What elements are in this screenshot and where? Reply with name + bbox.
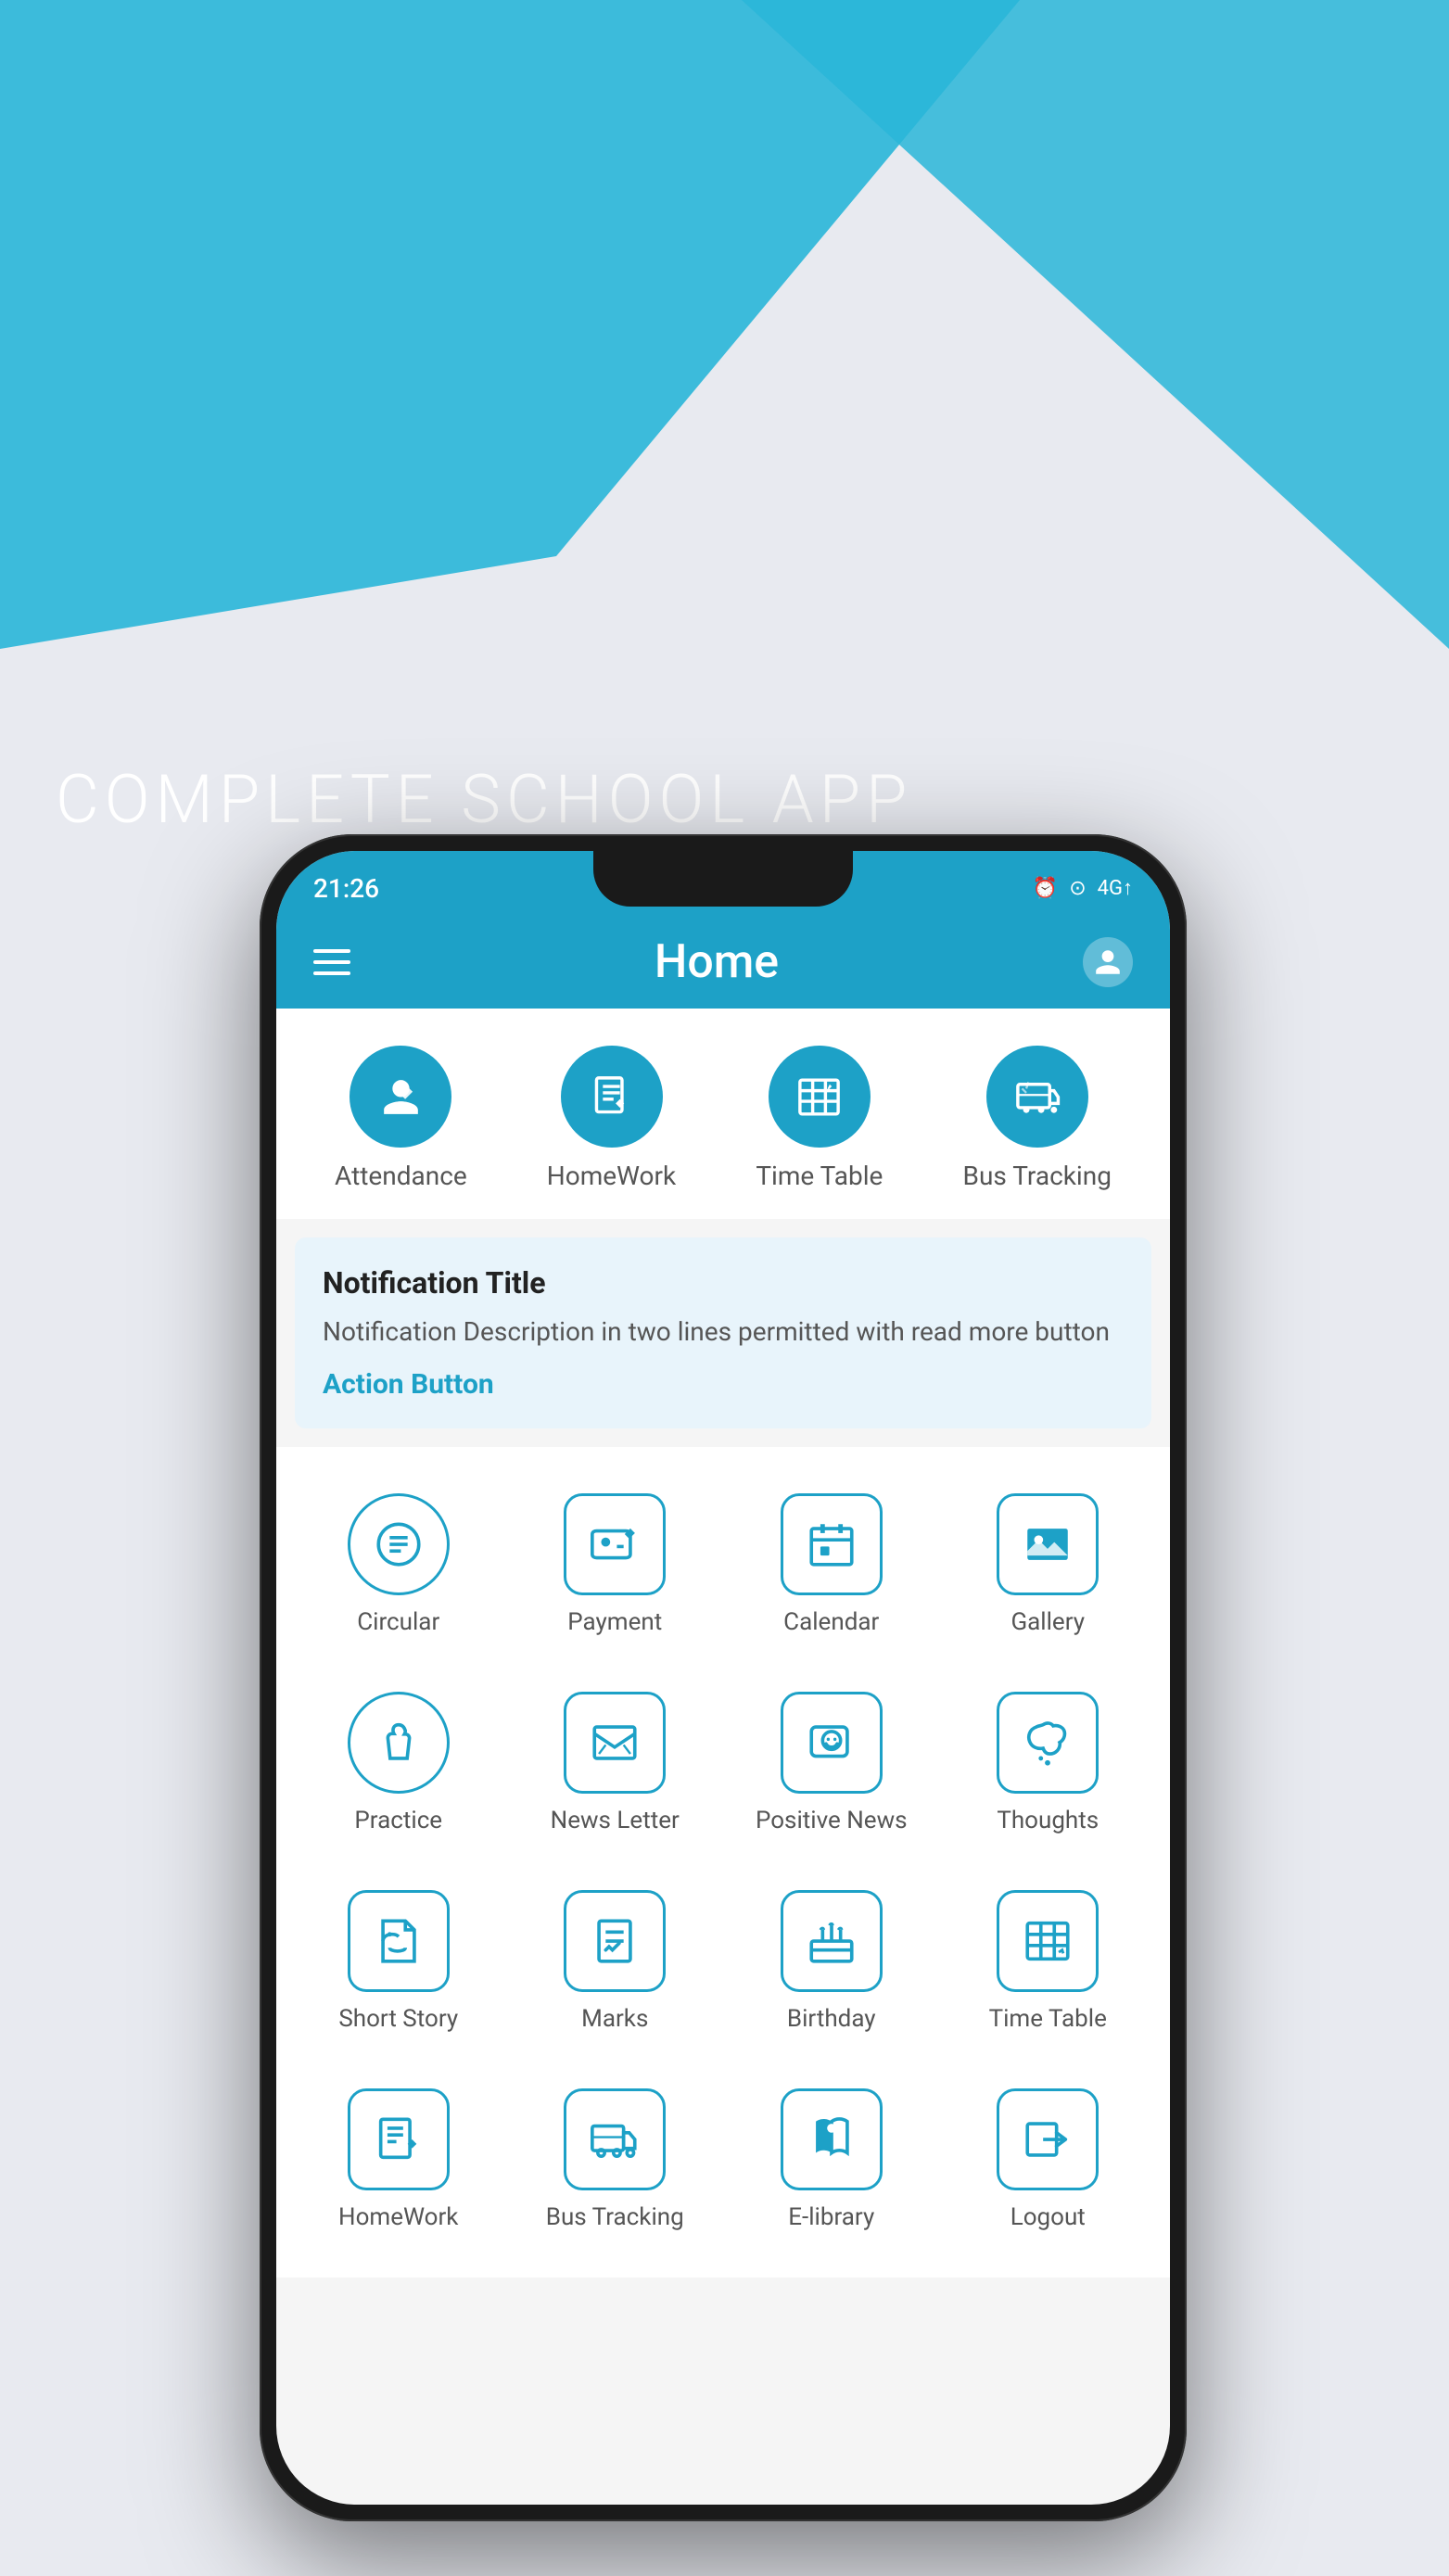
shortstory-button[interactable]: Short Story [295, 1872, 502, 2051]
logout-button[interactable]: Logout [945, 2070, 1152, 2250]
timetable-top-button[interactable]: Time Table [756, 1046, 883, 1191]
logout-label: Logout [1010, 2203, 1086, 2231]
circular-label: Circular [357, 1608, 439, 1636]
birthday-button[interactable]: Birthday [728, 1872, 935, 2051]
phone-notch [593, 851, 853, 907]
circular-icon [348, 1493, 450, 1595]
practice-button[interactable]: Practice [295, 1673, 502, 1853]
elibrary-label: E-library [788, 2203, 874, 2231]
calendar-label: Calendar [783, 1608, 879, 1636]
positivenews-icon [781, 1692, 883, 1794]
calendar-icon [781, 1493, 883, 1595]
gallery-label: Gallery [1010, 1608, 1085, 1636]
settings-icon: ⊙ [1069, 877, 1086, 900]
gallery-button[interactable]: Gallery [945, 1475, 1152, 1655]
newsletter-icon [564, 1692, 666, 1794]
phone-outer: 21:26 ⏰ ⊙ 4G↑ Home [260, 834, 1187, 2521]
calendar-button[interactable]: Calendar [728, 1475, 935, 1655]
thoughts-icon [997, 1692, 1099, 1794]
newsletter-label: News Letter [551, 1807, 680, 1834]
top-icons-section: Attendance HomeWork [276, 1009, 1170, 1219]
timetable2-button[interactable]: Time Table [945, 1872, 1152, 2051]
payment-label: Payment [567, 1608, 662, 1636]
attendance-label: Attendance [335, 1161, 467, 1191]
app-bar: Home [276, 916, 1170, 1009]
hero-title: COMPLETE SCHOOL APP [56, 760, 912, 839]
newsletter-button[interactable]: News Letter [512, 1673, 719, 1853]
marks-icon [564, 1890, 666, 1992]
phone-device: 21:26 ⏰ ⊙ 4G↑ Home [260, 834, 1187, 2521]
homework2-label: HomeWork [338, 2203, 458, 2231]
timetable2-label: Time Table [989, 2005, 1107, 2033]
account-button[interactable] [1083, 937, 1133, 987]
signal-icon: 4G↑ [1098, 876, 1133, 900]
logout-icon [997, 2088, 1099, 2190]
timetable-top-label: Time Table [756, 1161, 883, 1191]
shortstory-icon [348, 1890, 450, 1992]
bustracking-top-icon [986, 1046, 1088, 1148]
grid-row-2: Practice News Letter [295, 1664, 1151, 1862]
circular-button[interactable]: Circular [295, 1475, 502, 1655]
notification-card: Notification Title Notification Descript… [295, 1237, 1151, 1428]
main-grid: Circular Payment [276, 1447, 1170, 2278]
grid-row-4: HomeWork [295, 2061, 1151, 2259]
hamburger-menu[interactable] [313, 949, 350, 975]
status-icons: ⏰ ⊙ 4G↑ [1033, 876, 1133, 900]
practice-icon [348, 1692, 450, 1794]
positivenews-label: Positive News [756, 1807, 908, 1834]
elibrary-button[interactable]: E-library [728, 2070, 935, 2250]
homework2-button[interactable]: HomeWork [295, 2070, 502, 2250]
notification-description: Notification Description in two lines pe… [323, 1313, 1124, 1350]
practice-label: Practice [354, 1807, 442, 1834]
birthday-icon [781, 1890, 883, 1992]
bustracking-top-button[interactable]: Bus Tracking [963, 1046, 1112, 1191]
app-title: Home [655, 935, 779, 989]
payment-icon [564, 1493, 666, 1595]
attendance-icon [350, 1046, 451, 1148]
timetable2-icon [997, 1890, 1099, 1992]
bustracking2-label: Bus Tracking [546, 2203, 684, 2231]
homework-top-icon [561, 1046, 663, 1148]
marks-button[interactable]: Marks [512, 1872, 719, 2051]
marks-label: Marks [581, 2005, 648, 2033]
grid-row-1: Circular Payment [295, 1466, 1151, 1664]
thoughts-label: Thoughts [997, 1807, 1099, 1834]
birthday-label: Birthday [787, 2005, 876, 2033]
shortstory-label: Short Story [338, 2005, 458, 2033]
notification-title: Notification Title [323, 1265, 1124, 1301]
notification-action-button[interactable]: Action Button [323, 1368, 1124, 1401]
timetable-top-icon [769, 1046, 871, 1148]
positivenews-button[interactable]: Positive News [728, 1673, 935, 1853]
homework-top-label: HomeWork [547, 1161, 676, 1191]
status-time: 21:26 [313, 873, 379, 904]
grid-row-3: Short Story Marks [295, 1862, 1151, 2061]
elibrary-icon [781, 2088, 883, 2190]
bustracking2-icon [564, 2088, 666, 2190]
payment-button[interactable]: Payment [512, 1475, 719, 1655]
attendance-button[interactable]: Attendance [335, 1046, 467, 1191]
thoughts-button[interactable]: Thoughts [945, 1673, 1152, 1853]
bustracking-top-label: Bus Tracking [963, 1161, 1112, 1191]
bustracking2-button[interactable]: Bus Tracking [512, 2070, 719, 2250]
gallery-icon [997, 1493, 1099, 1595]
phone-screen: 21:26 ⏰ ⊙ 4G↑ Home [276, 851, 1170, 2505]
homework2-icon [348, 2088, 450, 2190]
homework-top-button[interactable]: HomeWork [547, 1046, 676, 1191]
alarm-icon: ⏰ [1033, 877, 1058, 900]
